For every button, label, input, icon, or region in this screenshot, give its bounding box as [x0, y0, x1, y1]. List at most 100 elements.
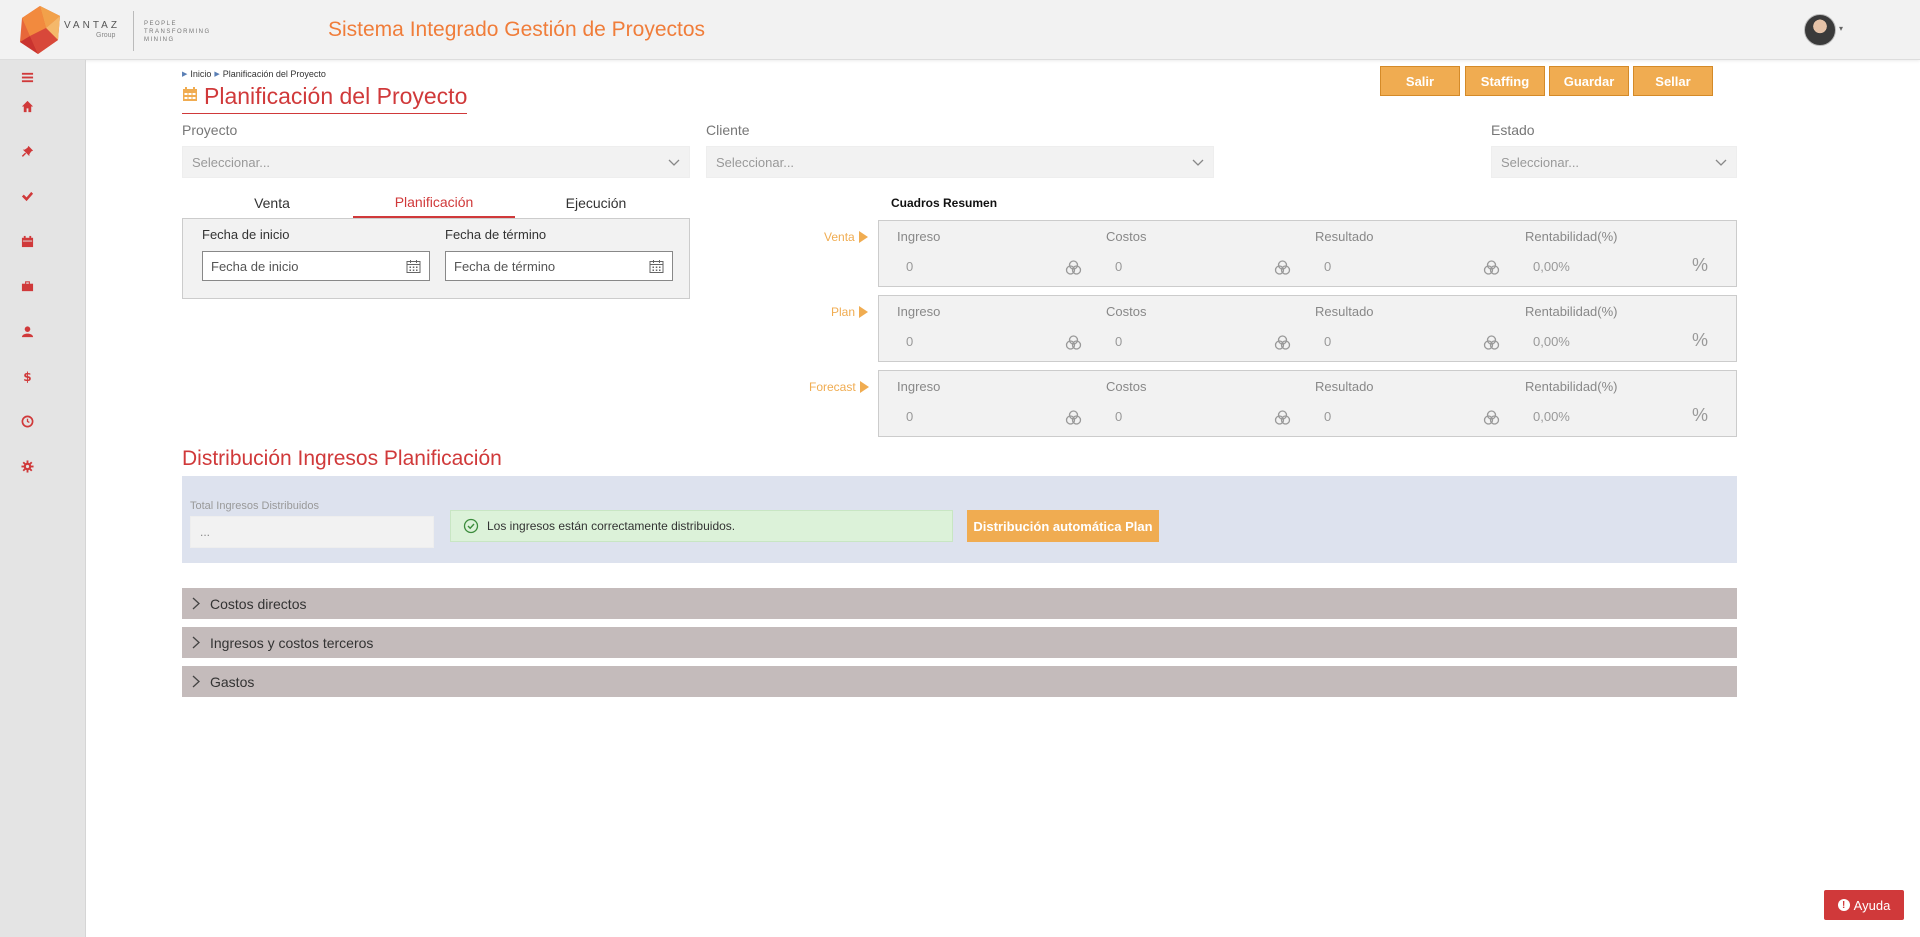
- help-button-label: Ayuda: [1853, 897, 1891, 913]
- col-rentabilidad-label: Rentabilidad(%): [1525, 304, 1618, 319]
- salir-button[interactable]: Salir: [1380, 66, 1460, 96]
- accordion-gastos[interactable]: Gastos: [182, 666, 1737, 697]
- staffing-button[interactable]: Staffing: [1465, 66, 1545, 96]
- tab-planificacion[interactable]: Planificación: [353, 188, 515, 218]
- summary-row-label-venta: Venta: [824, 230, 868, 244]
- home-icon[interactable]: [18, 97, 36, 115]
- triangle-right-icon: [858, 231, 868, 243]
- success-alert-text: Los ingresos están correctamente distrib…: [487, 519, 736, 533]
- breadcrumb-arrow-icon: ▶: [214, 71, 220, 78]
- proyecto-select[interactable]: Seleccionar...: [182, 146, 690, 178]
- col-costos-label: Costos: [1106, 229, 1147, 244]
- calendar-icon[interactable]: [649, 259, 664, 274]
- check-icon[interactable]: [18, 187, 36, 205]
- menu-icon[interactable]: [18, 68, 36, 86]
- col-rentabilidad-label: Rentabilidad(%): [1525, 379, 1618, 394]
- breadcrumb-current: Planificación del Proyecto: [222, 69, 326, 79]
- app-title: Sistema Integrado Gestión de Proyectos: [328, 18, 706, 41]
- chevron-down-icon: [668, 159, 680, 166]
- brand-sub: Group: [96, 32, 116, 39]
- chevron-down-icon: [1192, 159, 1204, 166]
- total-ingresos-input[interactable]: ...: [190, 516, 434, 548]
- rentabilidad-value: 0,00%: [1533, 259, 1570, 274]
- help-button[interactable]: ! Ayuda: [1824, 890, 1904, 920]
- tab-ejecucion[interactable]: Ejecución: [515, 188, 677, 218]
- caret-down-icon[interactable]: ▾: [1839, 24, 1843, 33]
- costos-value: 0: [1115, 334, 1123, 349]
- rentabilidad-value: 0,00%: [1533, 334, 1570, 349]
- guardar-button[interactable]: Guardar: [1549, 66, 1629, 96]
- col-rentabilidad-label: Rentabilidad(%): [1525, 229, 1618, 244]
- coins-icon: [1065, 260, 1082, 275]
- triangle-right-icon: [859, 381, 869, 393]
- coins-icon: [1483, 335, 1500, 350]
- estado-select[interactable]: Seleccionar...: [1491, 146, 1737, 178]
- percent-symbol: %: [1692, 330, 1709, 350]
- summary-row-label-forecast: Forecast: [809, 380, 869, 394]
- top-header: VANTAZ Group PEOPLE TRANSFORMING MINING …: [0, 0, 1920, 60]
- briefcase-icon[interactable]: [18, 277, 36, 295]
- accordion-ingresos-costos-terceros[interactable]: Ingresos y costos terceros: [182, 627, 1737, 658]
- coins-icon: [1483, 260, 1500, 275]
- fecha-termino-input[interactable]: Fecha de término: [445, 251, 673, 281]
- estado-select-value: Seleccionar...: [1501, 154, 1580, 170]
- col-costos-label: Costos: [1106, 379, 1147, 394]
- col-ingreso-label: Ingreso: [897, 229, 941, 244]
- user-icon[interactable]: [18, 322, 36, 340]
- accordion-costos-directos[interactable]: Costos directos: [182, 588, 1737, 619]
- chevron-right-icon: [192, 675, 200, 688]
- brand-divider: [133, 11, 134, 51]
- triangle-right-icon: [859, 306, 869, 318]
- brand-tagline: PEOPLE TRANSFORMING MINING: [144, 21, 211, 43]
- summary-box-venta: Ingreso Costos Resultado Rentabilidad(%)…: [878, 220, 1737, 287]
- costos-value: 0: [1115, 409, 1123, 424]
- sellar-button[interactable]: Sellar: [1633, 66, 1713, 96]
- summary-box-plan: Ingreso Costos Resultado Rentabilidad(%)…: [878, 295, 1737, 362]
- gear-icon[interactable]: [18, 457, 36, 475]
- dollar-icon[interactable]: $: [18, 367, 36, 385]
- chevron-down-icon: [1715, 159, 1727, 166]
- chevron-right-icon: [192, 597, 200, 610]
- tab-venta[interactable]: Venta: [182, 188, 362, 218]
- accordion-label: Gastos: [210, 673, 255, 690]
- estado-label: Estado: [1491, 122, 1535, 138]
- accordion-label: Ingresos y costos terceros: [210, 634, 374, 651]
- ingreso-value: 0: [906, 409, 914, 424]
- breadcrumb-home[interactable]: Inicio: [190, 69, 211, 79]
- cliente-label: Cliente: [706, 122, 750, 138]
- proyecto-select-value: Seleccionar...: [192, 154, 271, 170]
- breadcrumb-arrow-icon: ▶: [182, 71, 188, 78]
- pin-icon[interactable]: [18, 142, 36, 160]
- page-title-text: Planificación del Proyecto: [204, 83, 468, 109]
- col-resultado-label: Resultado: [1315, 379, 1374, 394]
- fecha-inicio-input[interactable]: Fecha de inicio: [202, 251, 430, 281]
- cliente-select[interactable]: Seleccionar...: [706, 146, 1214, 178]
- rentabilidad-value: 0,00%: [1533, 409, 1570, 424]
- coins-icon: [1483, 410, 1500, 425]
- user-avatar[interactable]: [1804, 14, 1836, 46]
- coins-icon: [1065, 410, 1082, 425]
- help-icon: !: [1837, 899, 1850, 911]
- accordion-label: Costos directos: [210, 595, 307, 612]
- calendar-icon[interactable]: [18, 232, 36, 250]
- coins-icon: [1065, 335, 1082, 350]
- clock-icon[interactable]: [18, 412, 36, 430]
- summary-box-forecast: Ingreso Costos Resultado Rentabilidad(%)…: [878, 370, 1737, 437]
- calendar-icon[interactable]: [406, 259, 421, 274]
- summary-title: Cuadros Resumen: [891, 196, 998, 210]
- breadcrumb: ▶ Inicio ▶ Planificación del Proyecto: [182, 69, 326, 79]
- distribution-panel: Total Ingresos Distribuidos ... Los ingr…: [182, 476, 1737, 563]
- col-resultado-label: Resultado: [1315, 229, 1374, 244]
- resultado-value: 0: [1324, 334, 1332, 349]
- fecha-termino-placeholder: Fecha de término: [454, 258, 556, 274]
- fecha-inicio-label: Fecha de inicio: [202, 227, 290, 242]
- brand-name: VANTAZ: [64, 20, 120, 31]
- distribution-title: Distribución Ingresos Planificación: [182, 447, 502, 470]
- coins-icon: [1274, 260, 1291, 275]
- fecha-inicio-placeholder: Fecha de inicio: [211, 258, 299, 274]
- resultado-value: 0: [1324, 409, 1332, 424]
- total-ingresos-label: Total Ingresos Distribuidos: [190, 500, 320, 512]
- calendar-icon: [182, 86, 198, 107]
- auto-distribution-button[interactable]: Distribución automática Plan: [967, 510, 1159, 542]
- cliente-select-value: Seleccionar...: [716, 154, 795, 170]
